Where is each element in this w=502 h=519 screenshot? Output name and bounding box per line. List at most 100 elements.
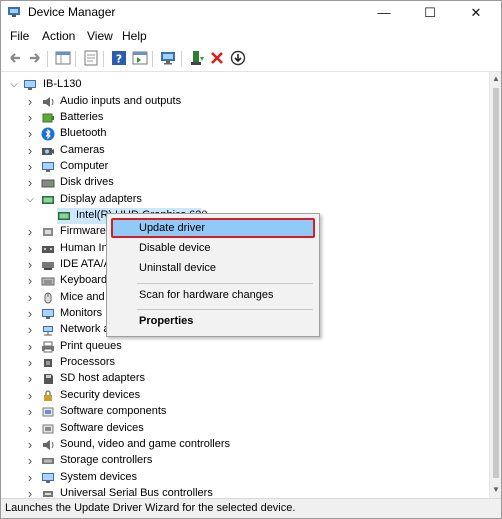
chevron-right-icon[interactable]: › — [25, 127, 35, 140]
scroll-down-icon[interactable]: ▼ — [492, 486, 500, 494]
disable-device-label: Disable device — [139, 242, 211, 254]
chevron-right-icon[interactable]: › — [25, 405, 35, 418]
printer-icon — [41, 340, 55, 354]
uninstall-icon[interactable] — [208, 49, 226, 67]
mouse-icon — [41, 291, 55, 305]
vertical-scrollbar[interactable]: ▲ ▼ — [489, 72, 501, 498]
storage-controller-icon — [41, 454, 55, 468]
tree-item-label: Cameras — [60, 143, 105, 156]
tree-category[interactable]: › SD host adapters — [1, 371, 489, 387]
menu-uninstall-device[interactable]: Uninstall device — [111, 258, 315, 278]
console-icon[interactable] — [131, 49, 149, 67]
chevron-right-icon[interactable]: › — [25, 144, 35, 157]
show-hidden-icon[interactable] — [82, 49, 100, 67]
title-bar: Device Manager — ☐ ✕ — [1, 1, 501, 25]
maximize-button[interactable]: ☐ — [407, 1, 453, 25]
toolbar: ? — [1, 47, 501, 72]
chevron-right-icon[interactable]: › — [25, 274, 35, 287]
tree-item-label: Display adapters — [60, 192, 142, 205]
battery-icon — [41, 111, 55, 125]
properties-label: Properties — [139, 315, 194, 327]
speaker-icon — [41, 95, 55, 109]
chevron-right-icon[interactable]: › — [25, 372, 35, 385]
disable-icon[interactable] — [229, 49, 247, 67]
chevron-right-icon[interactable]: › — [25, 340, 35, 353]
network-adapter-icon — [41, 323, 55, 337]
chevron-down-icon[interactable]: ⌵ — [25, 194, 35, 206]
computer-icon — [23, 78, 37, 92]
menu-properties[interactable]: Properties — [111, 311, 315, 331]
chevron-right-icon[interactable]: › — [25, 111, 35, 124]
tree-category[interactable]: › Disk drives — [1, 175, 489, 191]
tree-category[interactable]: › Software components — [1, 404, 489, 420]
tree-root[interactable]: ⌵ IB-L130 — [1, 77, 489, 93]
tree-category[interactable]: › System devices — [1, 470, 489, 486]
back-arrow-icon[interactable] — [6, 49, 24, 67]
menu-bar: File Action View Help — [1, 27, 501, 47]
context-menu-separator — [137, 283, 313, 284]
update-driver-icon[interactable] — [188, 49, 206, 67]
monitor-icon — [41, 307, 55, 321]
update-driver-label: Update driver — [139, 222, 206, 234]
ide-controller-icon — [41, 258, 55, 272]
menu-disable-device[interactable]: Disable device — [111, 238, 315, 258]
chevron-right-icon[interactable]: › — [25, 389, 35, 402]
toolbar-separator — [103, 51, 104, 67]
firmware-icon — [41, 225, 55, 239]
status-bar: Launches the Update Driver Wizard for th… — [1, 498, 501, 518]
tree-category[interactable]: › Security devices — [1, 388, 489, 404]
tree-category[interactable]: › Storage controllers — [1, 453, 489, 469]
tree-item-label: Software devices — [60, 421, 144, 434]
chevron-down-icon[interactable]: ⌵ — [9, 79, 19, 91]
context-menu: Update driver Disable device Uninstall d… — [106, 213, 320, 337]
chevron-right-icon[interactable]: › — [25, 487, 35, 498]
tree-category[interactable]: › Sound, video and game controllers — [1, 437, 489, 453]
menu-help[interactable]: Help — [122, 29, 147, 43]
chevron-right-icon[interactable]: › — [25, 160, 35, 173]
chevron-right-icon[interactable]: › — [25, 356, 35, 369]
tree-category[interactable]: › Print queues — [1, 339, 489, 355]
forward-arrow-icon[interactable] — [26, 49, 44, 67]
properties-grid-icon[interactable] — [54, 49, 72, 67]
minimize-button[interactable]: — — [361, 1, 407, 25]
context-menu-separator — [137, 309, 313, 310]
tree-category[interactable]: › Software devices — [1, 421, 489, 437]
menu-file[interactable]: File — [10, 29, 29, 43]
tree-category[interactable]: › Audio inputs and outputs — [1, 94, 489, 110]
chevron-right-icon[interactable]: › — [25, 225, 35, 238]
chevron-right-icon[interactable]: › — [25, 307, 35, 320]
status-text: Launches the Update Driver Wizard for th… — [5, 502, 296, 514]
tree-category[interactable]: › Batteries — [1, 110, 489, 126]
tree-item-label: Processors — [60, 356, 116, 369]
chevron-right-icon[interactable]: › — [25, 242, 35, 255]
svg-text:?: ? — [116, 53, 122, 66]
chevron-right-icon[interactable]: › — [25, 422, 35, 435]
tree-category[interactable]: › Universal Serial Bus controllers — [1, 486, 489, 498]
tree-category[interactable]: ⌵ Display adapters — [1, 192, 489, 208]
chevron-right-icon[interactable]: › — [25, 291, 35, 304]
scroll-up-icon[interactable]: ▲ — [492, 75, 500, 83]
chevron-right-icon[interactable]: › — [25, 471, 35, 484]
scrollbar-thumb[interactable] — [493, 88, 499, 478]
scan-hardware-icon[interactable] — [159, 49, 177, 67]
tree-item-label: Bluetooth — [60, 127, 107, 140]
tree-category[interactable]: › Computer — [1, 159, 489, 175]
tree-category[interactable]: › Cameras — [1, 143, 489, 159]
close-button[interactable]: ✕ — [453, 1, 499, 25]
tree-category[interactable]: › Processors — [1, 355, 489, 371]
menu-update-driver[interactable]: Update driver — [111, 218, 315, 238]
menu-scan-hardware[interactable]: Scan for hardware changes — [111, 285, 315, 305]
chevron-right-icon[interactable]: › — [25, 323, 35, 336]
window-title: Device Manager — [28, 5, 116, 19]
chevron-right-icon[interactable]: › — [25, 258, 35, 271]
menu-action[interactable]: Action — [42, 29, 75, 43]
tree-category[interactable]: › Bluetooth — [1, 126, 489, 142]
chevron-right-icon[interactable]: › — [25, 454, 35, 467]
hid-icon — [41, 242, 55, 256]
chevron-right-icon[interactable]: › — [25, 176, 35, 189]
menu-view[interactable]: View — [87, 29, 113, 43]
chevron-right-icon[interactable]: › — [25, 95, 35, 108]
tree-item-label: SD host adapters — [60, 372, 145, 385]
chevron-right-icon[interactable]: › — [25, 438, 35, 451]
help-icon[interactable]: ? — [110, 49, 128, 67]
